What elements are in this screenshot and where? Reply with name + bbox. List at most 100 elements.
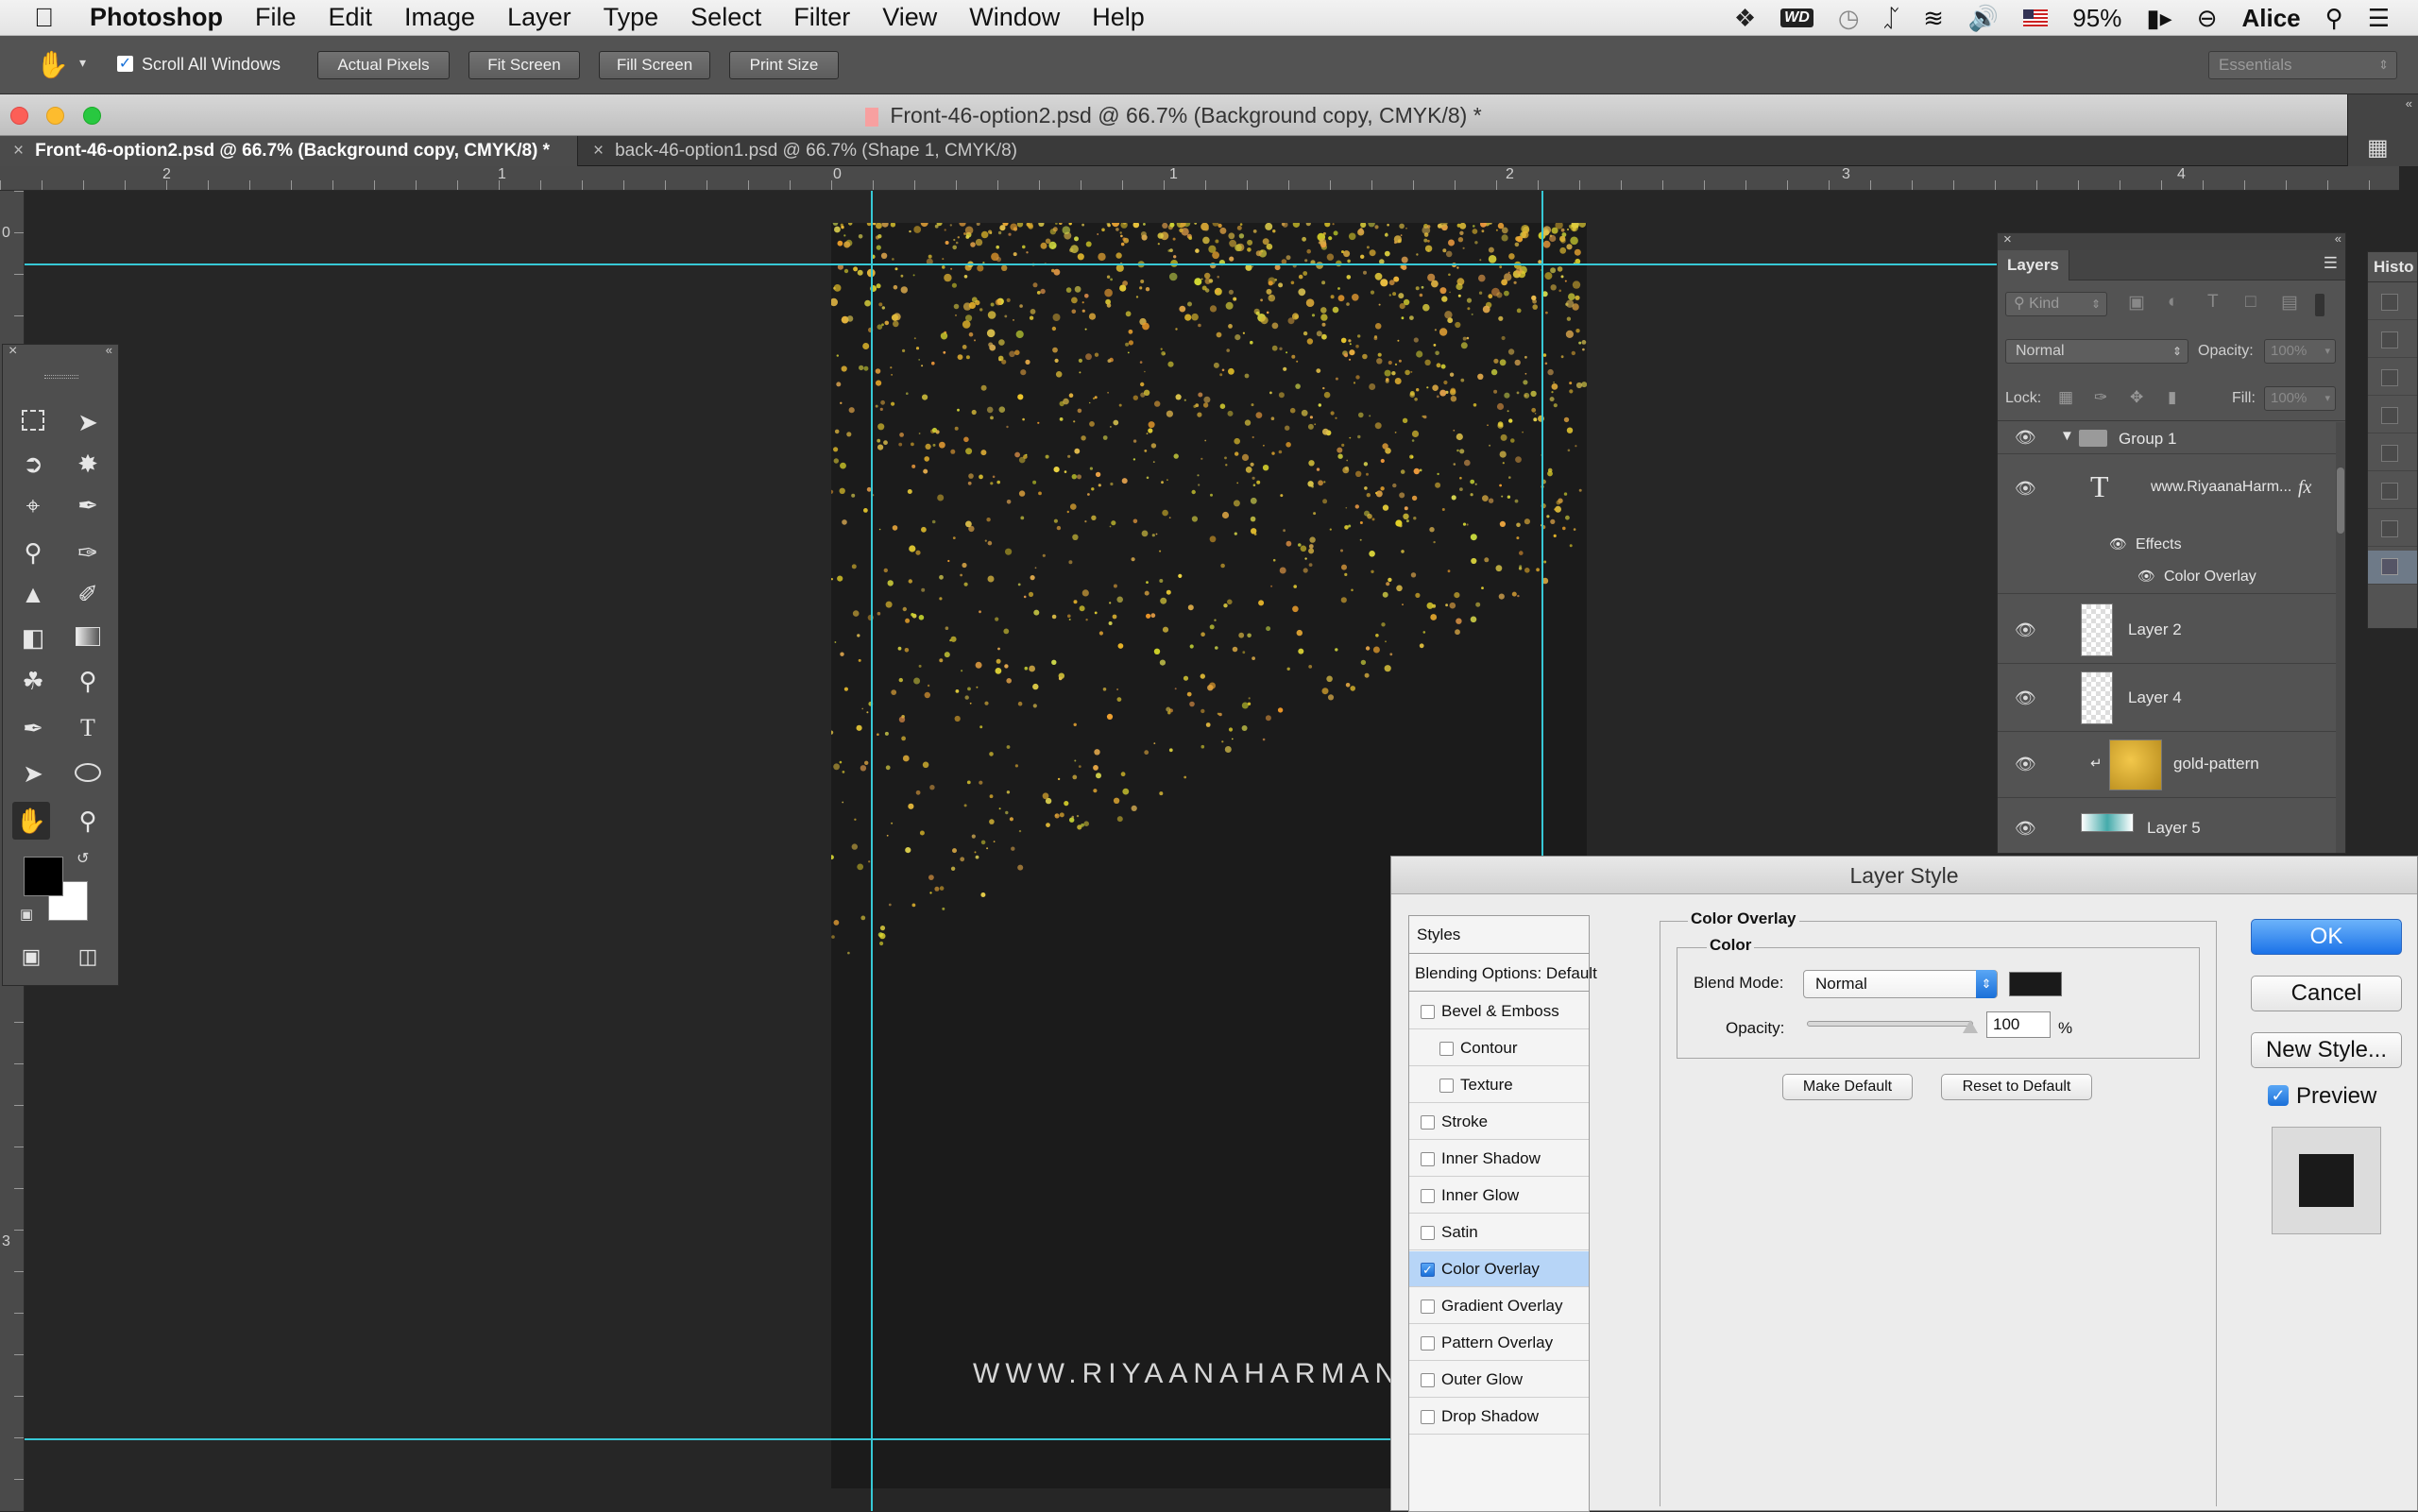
- collapse-panel-icon[interactable]: «: [106, 343, 112, 357]
- style-item-stroke[interactable]: Stroke: [1409, 1104, 1589, 1140]
- layer-opacity-field[interactable]: 100% ▾: [2264, 339, 2336, 364]
- layers-scrollbar[interactable]: [2336, 422, 2345, 853]
- style-checkbox[interactable]: [1421, 1005, 1435, 1019]
- dialog-title-bar[interactable]: Layer Style: [1391, 857, 2417, 894]
- workspace-switcher[interactable]: Essentials ⇕: [2208, 51, 2397, 79]
- spot-healing-brush-tool-icon[interactable]: ⚲: [14, 534, 52, 571]
- close-tab-icon[interactable]: ×: [13, 141, 24, 161]
- history-state[interactable]: [2368, 399, 2417, 433]
- spotlight-search-icon[interactable]: ⚲: [2325, 4, 2343, 33]
- disclosure-triangle-icon[interactable]: ▼: [2060, 428, 2074, 444]
- eraser-tool-icon[interactable]: ◧: [14, 619, 52, 656]
- menu-filter[interactable]: Filter: [793, 3, 850, 32]
- style-item-inner-glow[interactable]: Inner Glow: [1409, 1178, 1589, 1214]
- style-checkbox[interactable]: [1439, 1079, 1454, 1093]
- default-colors-icon[interactable]: ▣: [20, 906, 33, 923]
- lock-position-icon[interactable]: ✥: [2130, 388, 2143, 407]
- menu-help[interactable]: Help: [1092, 3, 1145, 32]
- effect-eye-icon[interactable]: 👁: [2137, 568, 2155, 585]
- layer-effects-fx-icon[interactable]: fx: [2298, 477, 2311, 499]
- battery-icon[interactable]: ▮▸: [2146, 4, 2171, 33]
- swap-colors-icon[interactable]: ↺: [77, 849, 89, 868]
- guide-horizontal-bottom[interactable]: [25, 1438, 1390, 1440]
- preview-checkbox[interactable]: ✓: [2268, 1085, 2289, 1106]
- guide-vertical-left[interactable]: [871, 191, 873, 1511]
- lasso-tool-icon[interactable]: ➲: [14, 445, 52, 483]
- blending-options-item[interactable]: Blending Options: Default: [1409, 956, 1597, 992]
- styles-header[interactable]: Styles: [1409, 916, 1589, 954]
- layer-effects-row[interactable]: 👁 Effects: [1998, 532, 2338, 558]
- layer-row-layer-4[interactable]: 👁 Layer 4: [1998, 666, 2338, 732]
- blur-tool-icon[interactable]: ☘: [14, 662, 52, 700]
- zoom-tool-icon[interactable]: ⚲: [69, 802, 107, 840]
- layer-fill-field[interactable]: 100% ▾: [2264, 386, 2336, 411]
- style-item-pattern-overlay[interactable]: Pattern Overlay: [1409, 1325, 1589, 1361]
- style-checkbox[interactable]: [1421, 1189, 1435, 1203]
- new-style-button[interactable]: New Style...: [2251, 1032, 2402, 1068]
- filter-smart-object-icon[interactable]: ▤: [2281, 292, 2298, 314]
- menu-file[interactable]: File: [255, 3, 297, 32]
- history-state-current[interactable]: [2368, 551, 2417, 585]
- filter-toggle-switch[interactable]: [2315, 294, 2324, 316]
- notification-center-icon[interactable]: ☰: [2368, 4, 2390, 33]
- menu-layer[interactable]: Layer: [507, 3, 571, 32]
- style-checkbox[interactable]: [1421, 1300, 1435, 1314]
- type-tool-icon[interactable]: T: [69, 709, 107, 747]
- apple-icon[interactable]: : [34, 3, 54, 33]
- filter-type-icon[interactable]: T: [2207, 292, 2219, 313]
- history-tab[interactable]: Histo: [2368, 252, 2417, 282]
- screen-mode-icon[interactable]: ◫: [69, 938, 107, 976]
- crop-tool-icon[interactable]: ⌖: [14, 486, 52, 524]
- time-machine-icon[interactable]: ◷: [1838, 4, 1860, 33]
- style-item-texture[interactable]: Texture: [1409, 1067, 1589, 1103]
- wifi-icon[interactable]: ≋: [1923, 4, 1944, 33]
- ok-button[interactable]: OK: [2251, 919, 2402, 955]
- layer-filter-kind[interactable]: ⚲ Kind ⇕: [2005, 292, 2107, 316]
- gradient-tool-icon[interactable]: [69, 619, 107, 656]
- blend-mode-select[interactable]: Normal ⇕: [1803, 970, 1998, 998]
- style-checkbox[interactable]: [1421, 1152, 1435, 1166]
- menu-select[interactable]: Select: [690, 3, 761, 32]
- dropbox-icon[interactable]: ❖: [1734, 4, 1756, 33]
- filter-shape-icon[interactable]: □: [2245, 292, 2256, 313]
- layer-effect-color-overlay-row[interactable]: 👁 Color Overlay: [1998, 564, 2338, 594]
- style-checkbox[interactable]: ✓: [1421, 1263, 1435, 1277]
- filter-adjustment-icon[interactable]: ◐: [2168, 292, 2178, 313]
- menu-app-name[interactable]: Photoshop: [90, 3, 223, 32]
- collapse-panel-icon[interactable]: «: [2335, 233, 2341, 246]
- scrollbar-thumb[interactable]: [2337, 467, 2344, 534]
- hand-tool-icon[interactable]: ✋: [36, 49, 69, 80]
- dodge-tool-icon[interactable]: ⚲: [69, 662, 107, 700]
- eyedropper-tool-icon[interactable]: ✒: [69, 486, 107, 524]
- layer-row-layer-2[interactable]: 👁 Layer 2: [1998, 598, 2338, 664]
- foreground-color-swatch[interactable]: [24, 857, 63, 896]
- effects-eye-icon[interactable]: 👁: [2109, 535, 2127, 552]
- pen-tool-icon[interactable]: ✒: [14, 709, 52, 747]
- style-item-color-overlay[interactable]: ✓ Color Overlay: [1409, 1251, 1589, 1287]
- lock-image-icon[interactable]: ✑: [2094, 388, 2107, 407]
- tab-back-46-option1[interactable]: × back-46-option1.psd @ 66.7% (Shape 1, C…: [580, 136, 1071, 166]
- style-checkbox[interactable]: [1421, 1226, 1435, 1240]
- style-item-satin[interactable]: Satin: [1409, 1215, 1589, 1250]
- layer-row-text[interactable]: 👁 T www.RiyaanaHarm... fx: [1998, 456, 2338, 522]
- fill-screen-button[interactable]: Fill Screen: [599, 51, 710, 79]
- ellipse-tool-icon[interactable]: [69, 755, 107, 792]
- bluetooth-icon[interactable]: ᛢ: [1884, 4, 1899, 33]
- history-state[interactable]: [2368, 286, 2417, 320]
- menu-type[interactable]: Type: [604, 3, 659, 32]
- panel-menu-icon[interactable]: ☰: [2324, 254, 2338, 273]
- filter-pixel-icon[interactable]: ▣: [2128, 292, 2145, 314]
- path-selection-tool-icon[interactable]: ➤: [14, 755, 52, 792]
- opacity-slider-handle[interactable]: [1963, 1020, 1978, 1033]
- opacity-slider[interactable]: [1807, 1020, 1978, 1033]
- panel-grid-icon[interactable]: ▦: [2367, 134, 2389, 161]
- fit-screen-button[interactable]: Fit Screen: [468, 51, 580, 79]
- style-checkbox[interactable]: [1421, 1115, 1435, 1130]
- menu-image[interactable]: Image: [404, 3, 475, 32]
- visibility-eye-icon[interactable]: 👁: [2015, 428, 2036, 448]
- style-checkbox[interactable]: [1421, 1373, 1435, 1387]
- layer-row-group-1[interactable]: 👁 ▼ Group 1: [1998, 422, 2338, 454]
- style-item-drop-shadow[interactable]: Drop Shadow: [1409, 1399, 1589, 1435]
- tool-preset-dropdown-icon[interactable]: ▾: [79, 55, 86, 71]
- actual-pixels-button[interactable]: Actual Pixels: [317, 51, 450, 79]
